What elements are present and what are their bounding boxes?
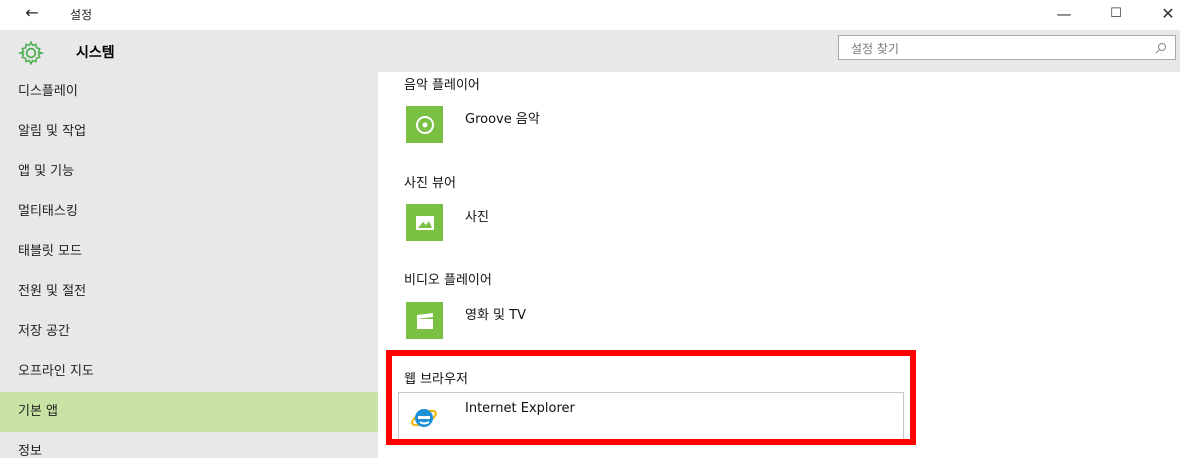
close-button[interactable]: ✕ [1146, 2, 1180, 28]
sidebar-item-power-sleep[interactable]: 전원 및 절전 [0, 272, 378, 312]
gear-icon [18, 40, 44, 66]
internet-explorer-icon [411, 409, 437, 427]
browser-category-label: 웹 브라우저 [404, 372, 468, 387]
music-app-name: Groove 음악 [465, 112, 540, 127]
sidebar-item-notifications[interactable]: 알림 및 작업 [0, 112, 378, 152]
back-button[interactable]: ← [18, 2, 46, 26]
movies-tv-icon [406, 302, 443, 339]
page-title: 시스템 [76, 45, 115, 61]
music-app-button[interactable]: Groove 음악 [406, 106, 902, 150]
search-placeholder: 설정 찾기 [851, 42, 899, 56]
window-title: 설정 [70, 8, 93, 22]
sidebar-item-tablet-mode[interactable]: 태블릿 모드 [0, 232, 378, 272]
sidebar-item-apps-features[interactable]: 앱 및 기능 [0, 152, 378, 192]
sidebar-item-offline-maps[interactable]: 오프라인 지도 [0, 352, 378, 392]
sidebar-item-storage[interactable]: 저장 공간 [0, 312, 378, 352]
search-icon[interactable] [1155, 42, 1167, 54]
minimize-button[interactable]: — [1042, 2, 1086, 28]
header-bar: 설정 찾기 [378, 30, 1180, 72]
sidebar-item-display[interactable]: 디스플레이 [0, 72, 378, 112]
music-category-label: 음악 플레이어 [404, 78, 480, 93]
sidebar-item-default-apps[interactable]: 기본 앱 [0, 392, 378, 432]
sidebar-item-multitasking[interactable]: 멀티태스킹 [0, 192, 378, 232]
groove-music-icon [406, 106, 443, 143]
browser-app-name: Internet Explorer [465, 401, 575, 416]
title-bar: ← 설정 — ☐ ✕ [0, 0, 1180, 30]
section-header: 시스템 [0, 30, 378, 72]
video-app-button[interactable]: 영화 및 TV [406, 302, 902, 346]
video-category-label: 비디오 플레이어 [404, 273, 492, 288]
browser-app-button[interactable]: Internet Explorer [398, 392, 904, 440]
photo-app-name: 사진 [465, 210, 489, 225]
maximize-button[interactable]: ☐ [1094, 2, 1138, 28]
video-app-name: 영화 및 TV [465, 308, 526, 323]
photo-category-label: 사진 뷰어 [404, 176, 456, 191]
default-apps-panel: 음악 플레이어 Groove 음악 사진 뷰어 사진 비디오 플레이어 영화 및 [378, 72, 1180, 458]
sidebar-item-about[interactable]: 정보 [0, 432, 378, 458]
search-input[interactable]: 설정 찾기 [838, 35, 1176, 60]
photos-icon [406, 204, 443, 241]
photo-app-button[interactable]: 사진 [406, 204, 902, 248]
